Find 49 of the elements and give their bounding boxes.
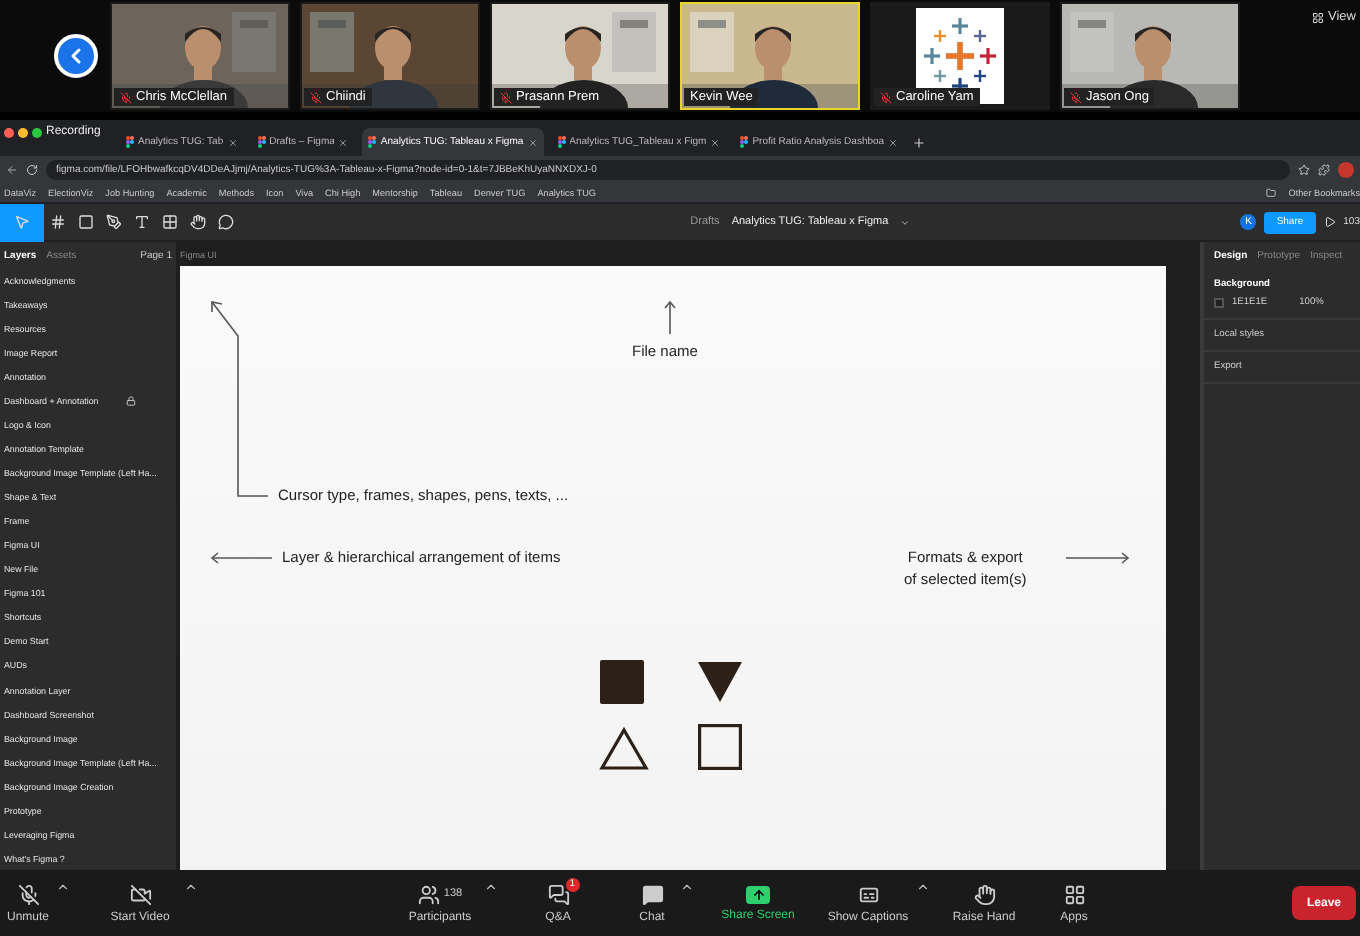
outline-triangle-shape bbox=[599, 726, 649, 770]
grid-icon bbox=[162, 214, 178, 230]
arrow bbox=[1065, 552, 1130, 564]
color-swatch[interactable] bbox=[1214, 298, 1224, 308]
figma-logo-icon bbox=[257, 136, 266, 148]
arrow bbox=[210, 552, 273, 564]
tool-button[interactable] bbox=[0, 203, 44, 241]
arrow bbox=[664, 300, 676, 335]
play-icon[interactable] bbox=[1323, 216, 1336, 228]
folder-icon bbox=[1266, 187, 1277, 197]
back-button[interactable] bbox=[54, 34, 98, 78]
hand-icon bbox=[973, 883, 995, 905]
apps-icon bbox=[1063, 883, 1085, 905]
chat-icon bbox=[641, 883, 663, 905]
cursor-icon bbox=[14, 214, 30, 230]
caret-icon[interactable] bbox=[484, 880, 498, 894]
caret-icon[interactable] bbox=[184, 880, 198, 894]
share-screen-icon bbox=[746, 885, 770, 903]
maximize-dot-icon bbox=[32, 127, 42, 137]
triangle-shape bbox=[698, 662, 742, 702]
close-dot-icon bbox=[4, 127, 14, 137]
star-icon[interactable] bbox=[1298, 163, 1310, 175]
caret-icon[interactable] bbox=[56, 880, 70, 894]
comment-icon bbox=[218, 214, 234, 230]
grid-icon bbox=[1312, 11, 1325, 23]
muted-mic-icon bbox=[17, 883, 39, 905]
figma-logo-icon bbox=[126, 136, 134, 148]
text-icon bbox=[134, 214, 150, 230]
minimize-dot-icon bbox=[18, 127, 28, 137]
puzzle-icon[interactable] bbox=[1318, 163, 1330, 175]
outline-square-shape bbox=[698, 724, 742, 770]
hand-icon bbox=[190, 214, 206, 230]
captions-icon bbox=[857, 883, 879, 905]
video-off-icon bbox=[129, 883, 151, 905]
figma-logo-icon bbox=[368, 136, 377, 148]
caret-icon[interactable] bbox=[916, 880, 930, 894]
caret-icon[interactable] bbox=[680, 880, 694, 894]
square-shape bbox=[600, 660, 644, 704]
figma-logo-icon bbox=[557, 136, 566, 148]
figma-logo-icon bbox=[740, 136, 749, 148]
back-icon[interactable] bbox=[6, 163, 18, 175]
caret-icon bbox=[900, 217, 911, 227]
pen-icon bbox=[106, 214, 122, 230]
participants-icon bbox=[417, 883, 440, 905]
reload-icon[interactable] bbox=[26, 163, 38, 175]
new-tab-icon[interactable] bbox=[912, 136, 927, 150]
q-and-a-icon bbox=[547, 883, 569, 905]
frame-icon bbox=[50, 214, 66, 230]
square-icon bbox=[78, 214, 94, 230]
